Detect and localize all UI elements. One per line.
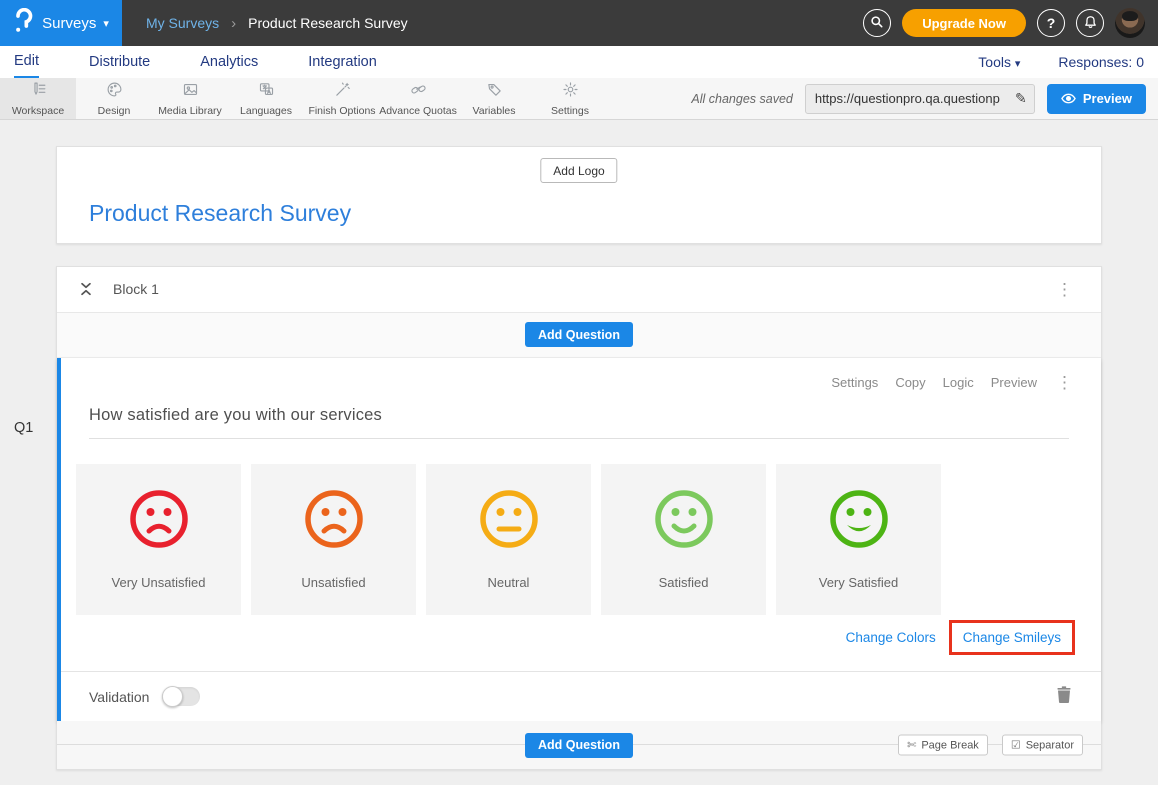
palette-icon — [106, 81, 123, 103]
survey-header-card: Add Logo Product Research Survey — [56, 146, 1102, 244]
smiley-scale: Very Unsatisfied Unsatisfied Neutral Sat… — [76, 464, 941, 615]
survey-title[interactable]: Product Research Survey — [89, 200, 351, 227]
question-text[interactable]: How satisfied are you with our services — [89, 406, 382, 424]
toolbar-item-advance-quotas[interactable]: Advance Quotas — [380, 78, 456, 119]
image-icon — [182, 81, 199, 103]
delete-question-button[interactable] — [1057, 686, 1071, 708]
trash-icon — [1057, 690, 1071, 707]
add-question-button-top[interactable]: Add Question — [525, 322, 633, 347]
edit-url-icon[interactable]: ✎ — [1008, 90, 1034, 107]
question-settings-link[interactable]: Settings — [831, 375, 878, 390]
block-card: Block 1 ⋮ Add Question Settings Copy Log… — [56, 266, 1102, 770]
smiley-option-very-unsatisfied[interactable]: Very Unsatisfied — [76, 464, 241, 615]
eye-icon — [1061, 93, 1076, 104]
scissors-icon: ✄ — [907, 739, 916, 752]
upgrade-now-button[interactable]: Upgrade Now — [902, 9, 1026, 37]
magic-wand-icon — [334, 81, 351, 103]
question-text-wrap: How satisfied are you with our services — [89, 406, 1069, 439]
question-id-label: Q1 — [14, 420, 33, 436]
toolbar-item-media-library[interactable]: Media Library — [152, 78, 228, 119]
question-card: Settings Copy Logic Preview ⋮ How satisf… — [57, 358, 1101, 722]
add-logo-button[interactable]: Add Logo — [540, 158, 617, 183]
search-button[interactable] — [863, 9, 891, 37]
topbar-actions: Upgrade Now ? — [863, 8, 1158, 38]
search-icon — [870, 15, 884, 32]
smiley-option-very-satisfied[interactable]: Very Satisfied — [776, 464, 941, 615]
bell-icon — [1084, 15, 1097, 32]
user-avatar[interactable] — [1115, 8, 1145, 38]
app-menu-label: Surveys — [42, 15, 96, 32]
validation-toggle[interactable] — [162, 687, 200, 706]
help-button[interactable]: ? — [1037, 9, 1065, 37]
breadcrumb: My Surveys › Product Research Survey — [146, 15, 408, 32]
smiley-option-neutral[interactable]: Neutral — [426, 464, 591, 615]
translate-icon — [258, 81, 275, 103]
smiley-option-unsatisfied[interactable]: Unsatisfied — [251, 464, 416, 615]
add-question-button-bottom[interactable]: Add Question — [525, 733, 633, 758]
smiley-option-satisfied[interactable]: Satisfied — [601, 464, 766, 615]
collapse-block-icon[interactable] — [79, 280, 95, 298]
gear-icon — [562, 81, 579, 103]
page-break-button[interactable]: ✄ Page Break — [898, 735, 988, 756]
tab-distribute[interactable]: Distribute — [89, 48, 150, 77]
validation-row: Validation — [61, 671, 1101, 721]
tab-edit[interactable]: Edit — [14, 47, 39, 78]
separator-button[interactable]: ☑ Separator — [1002, 735, 1083, 756]
question-mark-icon: ? — [1047, 15, 1056, 31]
validation-label: Validation — [89, 689, 149, 705]
survey-url-value[interactable]: https://questionpro.qa.questionp — [806, 91, 1008, 106]
toolbar-item-workspace[interactable]: Workspace — [0, 78, 76, 119]
chevron-down-icon: ▾ — [1015, 58, 1021, 70]
toolbar-item-languages[interactable]: Languages — [228, 78, 304, 119]
toolbar-item-settings[interactable]: Settings — [532, 78, 608, 119]
breadcrumb-my-surveys[interactable]: My Surveys — [146, 15, 219, 31]
toolbar-item-variables[interactable]: Variables — [456, 78, 532, 119]
question-logic-link[interactable]: Logic — [943, 375, 974, 390]
change-smileys-link[interactable]: Change Smileys — [963, 630, 1061, 645]
notifications-button[interactable] — [1076, 9, 1104, 37]
question-options-kebab-icon[interactable]: ⋮ — [1050, 372, 1079, 393]
chevron-down-icon: ▾ — [103, 17, 109, 30]
toggle-knob — [162, 686, 183, 707]
breadcrumb-current: Product Research Survey — [248, 15, 408, 31]
add-question-row-top: Add Question — [57, 313, 1101, 358]
breadcrumb-separator-icon: › — [231, 15, 236, 32]
questionpro-logo-icon — [13, 8, 33, 39]
preview-button[interactable]: Preview — [1047, 84, 1146, 114]
block-title[interactable]: Block 1 — [113, 281, 159, 297]
tab-integration[interactable]: Integration — [308, 48, 377, 77]
edit-toolbar: Workspace Design Media Library Languages… — [0, 78, 1158, 120]
smiley-customize-links: Change Colors Change Smileys — [846, 620, 1075, 655]
survey-url-field[interactable]: https://questionpro.qa.questionp ✎ — [805, 84, 1035, 114]
workspace-icon — [30, 81, 47, 103]
toolbar-item-finish-options[interactable]: Finish Options — [304, 78, 380, 119]
responses-count[interactable]: Responses: 0 — [1058, 54, 1144, 70]
save-status-text: All changes saved — [691, 92, 792, 106]
checkbox-icon: ☑ — [1011, 739, 1021, 752]
block-footer: Add Question ✄ Page Break ☑ Separator — [57, 721, 1101, 769]
tools-menu[interactable]: Tools ▾ — [978, 54, 1020, 70]
survey-nav: Edit Distribute Analytics Integration To… — [0, 46, 1158, 78]
tag-icon — [486, 81, 503, 103]
question-menu: Settings Copy Logic Preview ⋮ — [831, 372, 1079, 393]
toolbar-item-design[interactable]: Design — [76, 78, 152, 119]
question-copy-link[interactable]: Copy — [895, 375, 925, 390]
change-colors-link[interactable]: Change Colors — [846, 630, 936, 645]
tab-analytics[interactable]: Analytics — [200, 48, 258, 77]
app-logo-menu[interactable]: Surveys ▾ — [0, 0, 122, 46]
chain-link-icon — [410, 81, 427, 103]
change-smileys-highlight-box: Change Smileys — [949, 620, 1075, 655]
block-options-kebab-icon[interactable]: ⋮ — [1050, 279, 1079, 300]
block-header: Block 1 ⋮ — [57, 267, 1101, 313]
top-bar: Surveys ▾ My Surveys › Product Research … — [0, 0, 1158, 46]
question-preview-link[interactable]: Preview — [991, 375, 1037, 390]
